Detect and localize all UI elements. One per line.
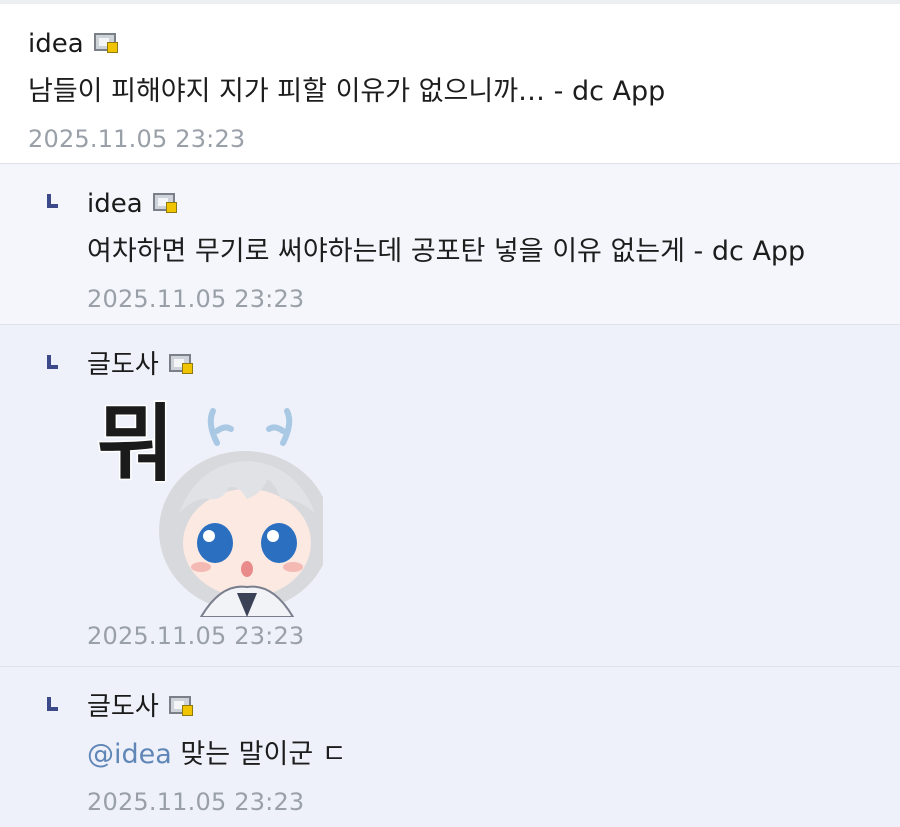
- fixed-nick-badge-icon: [168, 696, 193, 716]
- reply-item: idea 여차하면 무기로 써야하는데 공포탄 넣을 이유 없는게 - dc A…: [0, 164, 900, 325]
- comment-body: idea 남들이 피해야지 지가 피할 이유가 없으니까… - dc App 2…: [28, 24, 890, 154]
- reply-arrow-icon: [47, 697, 58, 711]
- comment-text-body: 맞는 말이군 ㄷ: [180, 739, 347, 770]
- mention-link[interactable]: @idea: [87, 739, 172, 770]
- comment-header: 글도사: [87, 345, 890, 385]
- comment-body: idea 여차하면 무기로 써야하는데 공포탄 넣을 이유 없는게 - dc A…: [87, 184, 890, 314]
- comment-text: 여차하면 무기로 써야하는데 공포탄 넣을 이유 없는게 - dc App: [87, 236, 806, 267]
- comment-author[interactable]: 글도사: [87, 345, 159, 385]
- reply-item: 글도사 @idea 맞는 말이군 ㄷ 2025.11.05 23:23: [0, 667, 900, 827]
- reply-item: 글도사 뭐 2025.11.05 23:23: [0, 325, 900, 667]
- comment-author[interactable]: 글도사: [87, 687, 159, 727]
- comment-item: idea 남들이 피해야지 지가 피할 이유가 없으니까… - dc App 2…: [0, 4, 900, 164]
- comment-body: 글도사 뭐 2025.11.05 23:23: [87, 345, 890, 651]
- comment-timestamp: 2025.11.05 23:23: [87, 622, 305, 650]
- comment-author[interactable]: idea: [28, 24, 84, 64]
- comment-text: @idea 맞는 말이군 ㄷ: [87, 735, 890, 775]
- fixed-nick-badge-icon: [152, 193, 177, 213]
- comment-text: 남들이 피해야지 지가 피할 이유가 없으니까… - dc App: [28, 76, 666, 107]
- fixed-nick-badge-icon: [168, 354, 193, 374]
- comment-author[interactable]: idea: [87, 184, 143, 224]
- comment-timestamp: 2025.11.05 23:23: [28, 125, 246, 153]
- dccon-sticker[interactable]: 뭐: [97, 393, 323, 617]
- reply-arrow-icon: [47, 194, 58, 208]
- comment-header: idea: [87, 184, 890, 224]
- comment-body: 글도사 @idea 맞는 말이군 ㄷ 2025.11.05 23:23: [87, 687, 890, 817]
- comment-header: 글도사: [87, 687, 890, 727]
- fixed-nick-badge-icon: [93, 33, 118, 53]
- comment-header: idea: [28, 24, 890, 64]
- sticker-text: 뭐: [97, 395, 174, 493]
- comment-timestamp: 2025.11.05 23:23: [87, 788, 305, 816]
- comment-timestamp: 2025.11.05 23:23: [87, 285, 305, 313]
- sticker-chibi-icon: 뭐: [97, 394, 323, 617]
- reply-arrow-icon: [47, 355, 58, 369]
